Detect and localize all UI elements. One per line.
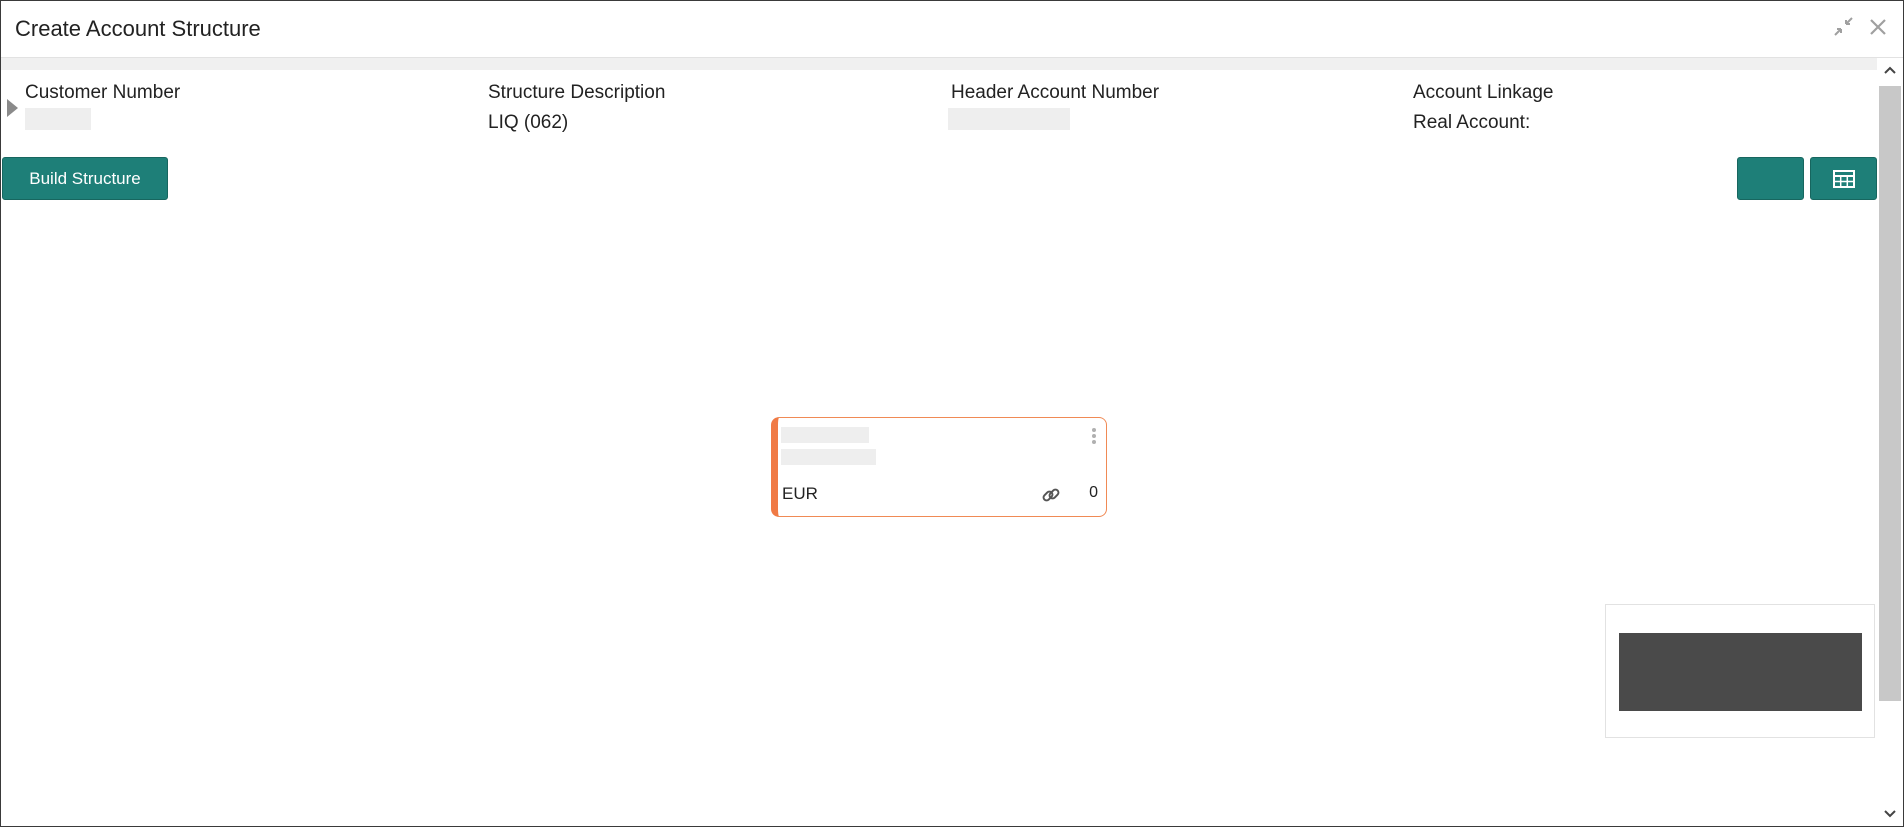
minimap-viewport[interactable]	[1619, 633, 1862, 711]
dialog-title: Create Account Structure	[15, 16, 261, 41]
expand-summary-icon[interactable]	[7, 99, 18, 117]
title-bar: Create Account Structure	[1, 1, 1903, 58]
toolbar-action-button[interactable]	[1737, 157, 1804, 200]
collapse-arrows-icon[interactable]	[1831, 15, 1857, 41]
structure-description-label: Structure Description	[488, 82, 666, 103]
collapse-arrows-svg	[1834, 17, 1853, 36]
structure-description-field: Structure Description LIQ (062)	[488, 82, 665, 134]
structure-canvas: Customer Number Structure Description LI…	[1, 70, 1877, 826]
build-structure-button[interactable]: Build Structure	[2, 157, 168, 200]
vertical-scrollbar[interactable]	[1877, 58, 1903, 826]
link-svg	[1042, 488, 1060, 502]
structure-description-value: LIQ (062)	[488, 112, 569, 133]
node-account-masked	[781, 427, 869, 443]
customer-number-value-masked	[25, 108, 91, 130]
chevron-up-icon	[1884, 66, 1896, 74]
scroll-up-icon[interactable]	[1877, 58, 1903, 82]
node-link-count: 0	[1089, 484, 1098, 501]
node-currency: EUR	[782, 484, 818, 503]
header-account-node[interactable]: EUR 0	[771, 417, 1107, 517]
table-grid-icon	[1832, 169, 1855, 188]
node-name-masked	[781, 449, 876, 465]
header-divider	[1, 58, 1877, 70]
overview-minimap[interactable]	[1605, 604, 1875, 738]
header-account-number-field: Header Account Number	[948, 82, 1160, 130]
header-account-number-label: Header Account Number	[951, 82, 1160, 103]
customer-number-label: Customer Number	[25, 82, 181, 103]
close-svg	[1870, 19, 1886, 35]
chevron-down-icon	[1884, 810, 1896, 818]
link-icon[interactable]	[1041, 485, 1061, 505]
grid-view-button[interactable]	[1810, 157, 1877, 200]
close-icon[interactable]	[1865, 15, 1891, 41]
account-linkage-label: Account Linkage	[1413, 82, 1554, 103]
scrollbar-thumb[interactable]	[1879, 86, 1901, 701]
kebab-menu-icon[interactable]	[1088, 426, 1100, 448]
scroll-down-icon[interactable]	[1877, 802, 1903, 826]
customer-number-field: Customer Number	[25, 82, 180, 130]
header-account-number-value-masked	[948, 108, 1070, 130]
account-linkage-value: Real Account:	[1413, 112, 1531, 133]
create-account-structure-dialog: Create Account Structure Customer Number…	[0, 0, 1904, 827]
account-linkage-field: Account Linkage Real Account:	[1413, 82, 1554, 134]
